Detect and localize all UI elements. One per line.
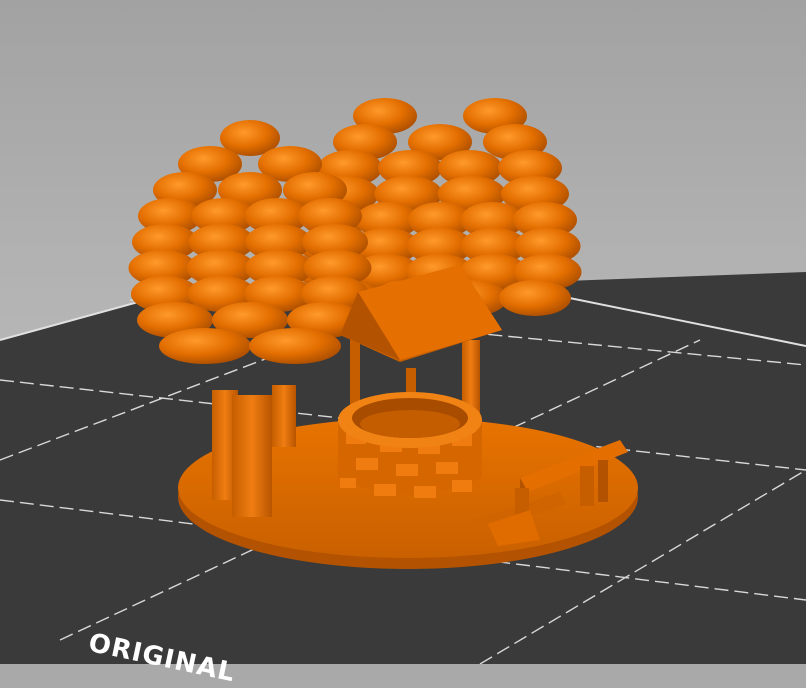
3d-viewport[interactable]: ORIGINAL bbox=[0, 0, 806, 688]
scene-canvas[interactable] bbox=[0, 0, 806, 664]
canopy-blob bbox=[499, 280, 571, 316]
canopy-blob bbox=[249, 328, 341, 364]
canopy-blob bbox=[159, 328, 251, 364]
